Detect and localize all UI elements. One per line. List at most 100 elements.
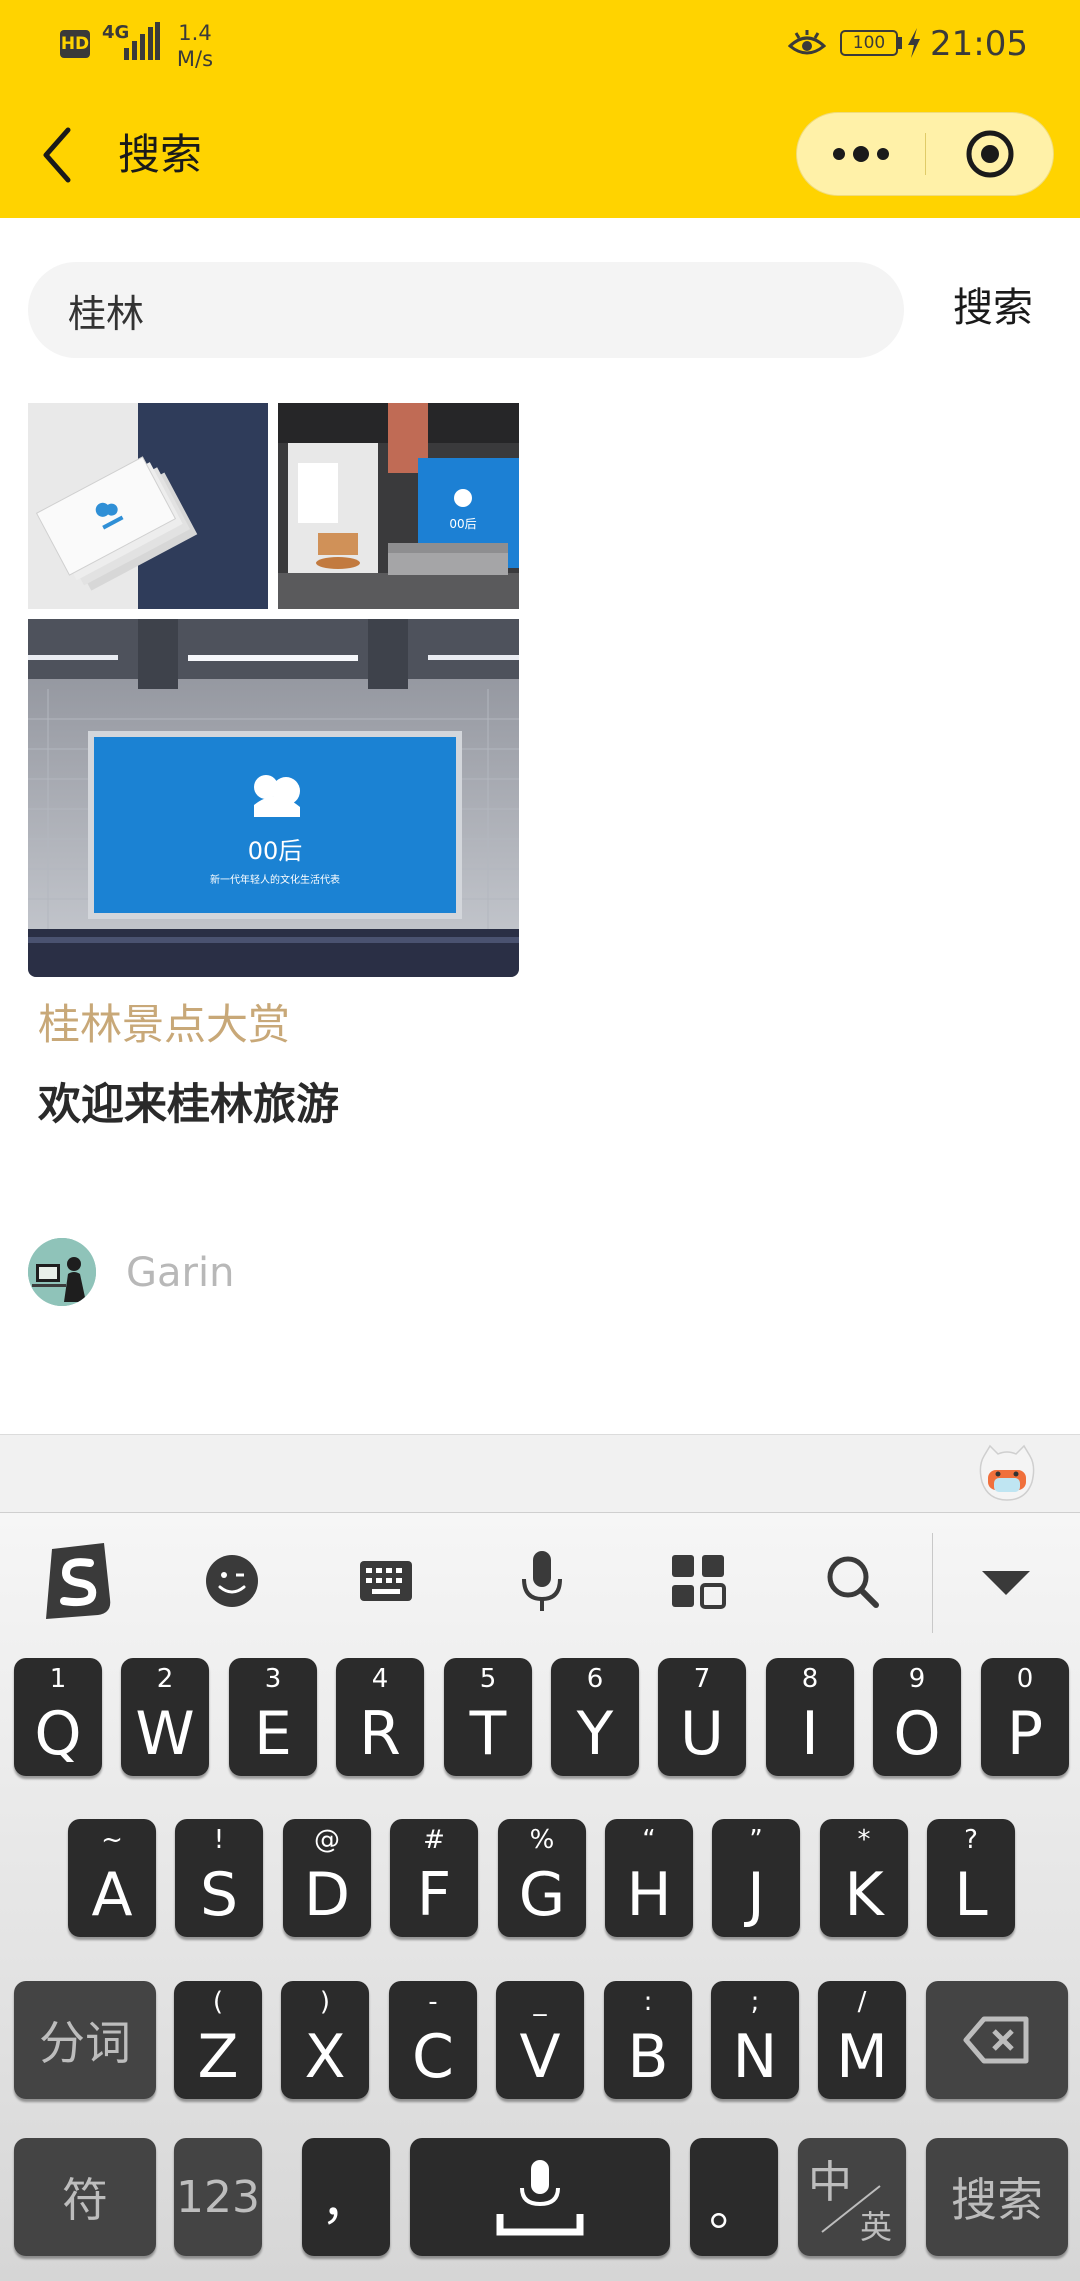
key-letter-label: H: [626, 1860, 672, 1930]
key-letter-label: L: [954, 1860, 988, 1930]
page-title: 搜索: [118, 130, 203, 179]
key-letter-label: K: [844, 1860, 884, 1930]
key-enter-search[interactable]: 搜索: [926, 2138, 1068, 2256]
battery-tip: [898, 37, 902, 49]
key-period[interactable]: 。: [690, 2138, 778, 2256]
apps-grid-icon[interactable]: [658, 1541, 738, 1621]
key-s[interactable]: ! S: [175, 1819, 263, 1937]
key-numbers-label: 123: [176, 2171, 260, 2223]
key-letter-label: P: [1006, 1699, 1044, 1769]
key-w[interactable]: 2W: [121, 1658, 209, 1776]
eye-comfort-icon: [788, 30, 826, 55]
key-secondary-label: ~: [101, 1825, 123, 1855]
key-y[interactable]: 6Y: [551, 1658, 639, 1776]
key-x[interactable]: ) X: [281, 1981, 369, 2099]
key-secondary-label: @: [314, 1825, 340, 1855]
key-letter-label: A: [91, 1860, 133, 1930]
key-letter-label: I: [801, 1699, 819, 1769]
close-mini-program-button[interactable]: [926, 113, 1054, 195]
key-letter-label: Y: [576, 1699, 614, 1769]
toolbar-divider: [932, 1533, 933, 1633]
key-period-label: 。: [709, 2179, 759, 2237]
key-symbols[interactable]: 符: [14, 2138, 156, 2256]
key-letter-label: M: [836, 2022, 888, 2092]
key-symbols-label: 符: [62, 2173, 108, 2227]
key-fenci[interactable]: 分词: [14, 1981, 156, 2099]
key-k[interactable]: * K: [820, 1819, 908, 1937]
key-letter-label: O: [893, 1699, 941, 1769]
room-image-brand: 00后: [449, 517, 476, 531]
key-secondary-label: 6: [586, 1664, 604, 1694]
key-secondary-label: ?: [964, 1825, 978, 1855]
room-image: 00后: [278, 403, 519, 609]
key-backspace[interactable]: [926, 1981, 1068, 2099]
key-letter-label: S: [199, 1860, 239, 1930]
key-z[interactable]: (Z: [174, 1981, 262, 2099]
back-button[interactable]: [38, 122, 78, 188]
key-a[interactable]: ~ A: [68, 1819, 156, 1937]
key-secondary-label: 1: [49, 1664, 67, 1694]
lang-en-label: 英: [860, 2208, 893, 2246]
key-l[interactable]: ? L: [927, 1819, 1015, 1937]
keyboard-icon[interactable]: [346, 1541, 426, 1621]
backspace-icon: [963, 2016, 1029, 2064]
billboard-image: 00后 新一代年轻人的文化生活代表: [28, 619, 519, 977]
card-subtitle[interactable]: 桂林景点大赏: [38, 995, 290, 1055]
key-o[interactable]: 9O: [873, 1658, 961, 1776]
speed-value: 1.4: [178, 21, 212, 45]
mascot-icon[interactable]: [976, 1442, 1038, 1504]
key-letter-label: W: [135, 1699, 195, 1769]
key-i[interactable]: 8I: [766, 1658, 854, 1776]
card-image-room[interactable]: 00后: [278, 403, 519, 609]
key-letter-label: J: [747, 1860, 765, 1930]
billboard-slogan: 新一代年轻人的文化生活代表: [210, 873, 340, 886]
collapse-keyboard-icon[interactable]: [966, 1541, 1046, 1621]
card-image-billboard[interactable]: 00后 新一代年轻人的文化生活代表: [28, 619, 519, 977]
search-input[interactable]: [68, 262, 868, 358]
business-cards-image: [28, 403, 268, 609]
avatar[interactable]: [28, 1238, 96, 1306]
key-space[interactable]: [410, 2138, 670, 2256]
key-e[interactable]: 3E: [229, 1658, 317, 1776]
key-q[interactable]: 1Q: [14, 1658, 102, 1776]
author-name[interactable]: Garin: [126, 1248, 234, 1298]
key-b[interactable]: :B: [604, 1981, 692, 2099]
search-button[interactable]: 搜索: [938, 278, 1048, 338]
key-numbers[interactable]: 123: [174, 2138, 262, 2256]
key-h[interactable]: “H: [605, 1819, 693, 1937]
key-letter-label: E: [254, 1699, 292, 1769]
key-g[interactable]: % G: [498, 1819, 586, 1937]
card-title[interactable]: 欢迎来桂林旅游: [38, 1075, 339, 1135]
key-lang-switch[interactable]: 中 英: [798, 2138, 906, 2256]
key-secondary-label: /: [857, 1987, 867, 2017]
key-secondary-label: -: [428, 1987, 438, 2017]
sogou-logo-icon[interactable]: [38, 1541, 118, 1621]
key-d[interactable]: @ D: [283, 1819, 371, 1937]
key-n[interactable]: ; N: [711, 1981, 799, 2099]
key-j[interactable]: ” J: [712, 1819, 800, 1937]
key-v[interactable]: _ V: [496, 1981, 584, 2099]
key-secondary-label: 8: [801, 1664, 819, 1694]
key-letter-label: T: [469, 1699, 507, 1769]
key-fenci-label: 分词: [39, 2016, 131, 2070]
key-t[interactable]: 5T: [444, 1658, 532, 1776]
signal-icon: [124, 22, 160, 60]
avatar-image: [28, 1238, 96, 1306]
key-letter-label: N: [732, 2022, 778, 2092]
key-u[interactable]: 7U: [658, 1658, 746, 1776]
key-comma[interactable]: ，: [302, 2138, 390, 2256]
key-secondary-label: 5: [479, 1664, 497, 1694]
microphone-icon[interactable]: [502, 1541, 582, 1621]
key-f[interactable]: # F: [390, 1819, 478, 1937]
key-secondary-label: ;: [750, 1987, 760, 2017]
key-m[interactable]: / M: [818, 1981, 906, 2099]
key-letter-label: D: [303, 1860, 351, 1930]
key-p[interactable]: 0P: [981, 1658, 1069, 1776]
key-r[interactable]: 4R: [336, 1658, 424, 1776]
search-icon[interactable]: [812, 1541, 892, 1621]
emoji-icon[interactable]: [192, 1541, 272, 1621]
key-c[interactable]: -C: [389, 1981, 477, 2099]
key-letter-label: B: [627, 2022, 669, 2092]
card-image-business-cards[interactable]: [28, 403, 268, 609]
more-options-button[interactable]: [797, 113, 925, 195]
